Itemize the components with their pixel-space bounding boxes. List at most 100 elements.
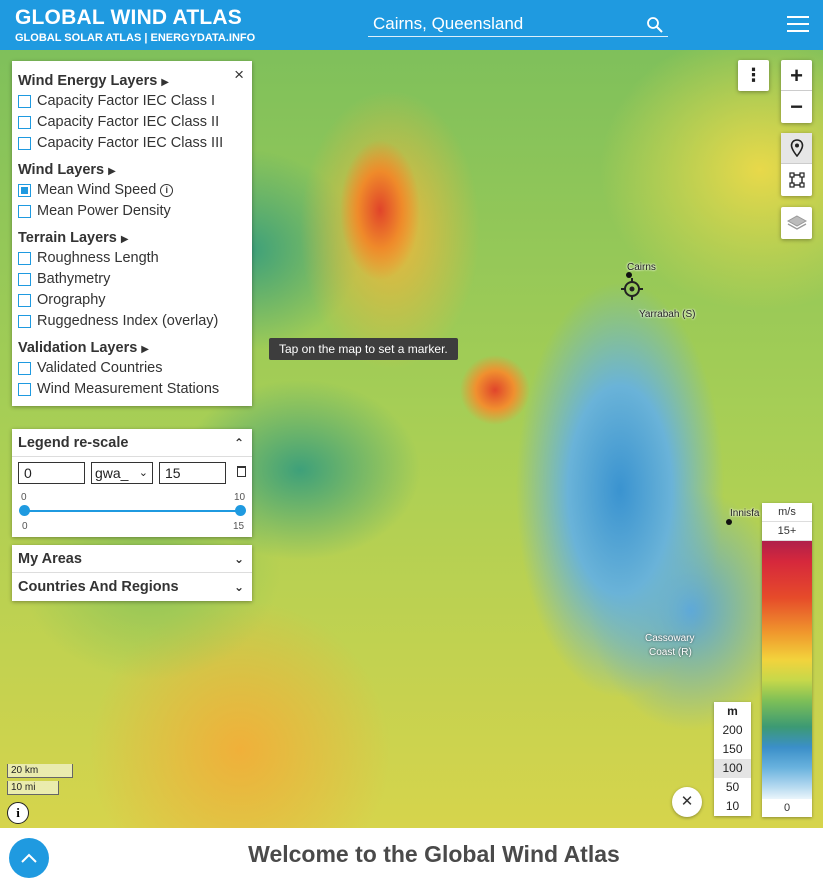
height-unit-label: m [727, 704, 738, 718]
legend-max-value: 15+ [762, 522, 812, 541]
layer-checkbox[interactable] [18, 95, 31, 108]
map-hint-tooltip: Tap on the map to set a marker. [269, 338, 458, 360]
layer-item-label: Mean Wind Speed [37, 182, 157, 198]
scale-bar-km: 20 km [7, 764, 73, 778]
layer-group-header[interactable]: Wind Energy Layers ▶ [12, 69, 252, 91]
info-icon[interactable]: i [160, 184, 174, 197]
place-marker [726, 519, 732, 525]
layer-checkbox[interactable] [18, 273, 31, 286]
legend-rescale-header[interactable]: Legend re-scale ⌃ [12, 429, 252, 457]
scale-bar-mi: 10 mi [7, 781, 59, 795]
place-label-yarrabah: Yarrabah (S) [639, 309, 696, 320]
layer-item[interactable]: Wind Measurement Stations [12, 379, 252, 400]
layer-item[interactable]: Validated Countries [12, 358, 252, 379]
layer-checkbox[interactable] [18, 315, 31, 328]
close-icon[interactable]: × [234, 65, 244, 85]
layer-item[interactable]: Ruggedness Index (overlay) [12, 311, 252, 332]
layer-item[interactable]: Capacity Factor IEC Class III [12, 133, 252, 154]
layer-checkbox[interactable] [18, 116, 31, 129]
height-option[interactable]: 10 [714, 797, 751, 816]
search-icon[interactable] [646, 16, 664, 34]
more-options-button[interactable]: ⋮ [738, 60, 769, 91]
place-label-coast: Coast (R) [649, 647, 692, 658]
close-icon[interactable]: ✕ [672, 787, 702, 817]
trash-icon[interactable] [237, 466, 246, 477]
layer-item-label: Wind Measurement Stations [37, 381, 220, 397]
palette-select[interactable]: gwa_ ⌄ [91, 462, 153, 484]
legend-rescale-body: 0 gwa_ ⌄ 15 0 10 0 15 [12, 457, 252, 537]
layers-icon [786, 215, 807, 230]
marker-tool-button[interactable] [781, 133, 812, 164]
layer-checkbox[interactable] [18, 383, 31, 396]
layer-checkbox[interactable] [18, 362, 31, 375]
hamburger-menu-icon[interactable] [787, 16, 809, 34]
rescale-min-input[interactable]: 0 [18, 462, 85, 484]
layer-checkbox[interactable] [18, 137, 31, 150]
zoom-control: + − [781, 60, 812, 123]
layer-item[interactable]: Mean Wind Speed i [12, 180, 252, 201]
layer-item-label: Capacity Factor IEC Class II [37, 114, 220, 130]
chevron-down-icon[interactable]: ⌄ [234, 573, 244, 601]
chevron-down-icon[interactable]: ⌄ [234, 545, 244, 573]
caret-right-icon: ▶ [120, 234, 129, 245]
chevron-up-icon[interactable]: ⌃ [234, 429, 244, 457]
layer-checkbox[interactable] [18, 205, 31, 218]
place-label-cairns: Cairns [627, 262, 656, 273]
slider-top-max-label: 10 [234, 492, 246, 503]
layer-checkbox[interactable] [18, 184, 31, 197]
layer-group-label: Terrain Layers [18, 230, 117, 246]
app-title[interactable]: GLOBAL WIND ATLAS [15, 6, 242, 30]
slider-bottom-min-label: 0 [22, 521, 28, 532]
chevron-down-icon: ⌄ [138, 467, 148, 479]
info-icon[interactable]: i [7, 802, 29, 824]
layer-item-label: Orography [37, 292, 106, 308]
layer-group-label: Wind Energy Layers [18, 73, 158, 89]
layer-group-label: Wind Layers [18, 162, 105, 178]
map-pin-icon [790, 139, 803, 157]
layer-item-label: Validated Countries [37, 360, 163, 376]
zoom-out-button[interactable]: − [781, 91, 812, 122]
layer-item-label: Roughness Length [37, 250, 159, 266]
area-select-tool-button[interactable] [781, 164, 812, 195]
layer-item-label: Mean Power Density [37, 203, 171, 219]
layer-group-header[interactable]: Terrain Layers ▶ [12, 226, 252, 248]
collapsible-sections: My Areas ⌄ Countries And Regions ⌄ [12, 545, 252, 601]
map-tools [781, 133, 812, 196]
height-option[interactable]: 100 [714, 759, 751, 778]
my-areas-header[interactable]: My Areas ⌄ [12, 545, 252, 573]
crosshair-target-icon [621, 278, 643, 300]
layer-item-label: Ruggedness Index (overlay) [37, 313, 219, 329]
layer-checkbox[interactable] [18, 252, 31, 265]
layer-item[interactable]: Capacity Factor IEC Class I [12, 91, 252, 112]
search-input[interactable] [368, 12, 638, 36]
welcome-heading: Welcome to the Global Wind Atlas [248, 841, 620, 867]
slider-bottom-max-label: 15 [233, 521, 245, 532]
height-option[interactable]: 200 [714, 721, 751, 740]
layer-item-label: Capacity Factor IEC Class I [37, 93, 216, 109]
countries-regions-header[interactable]: Countries And Regions ⌄ [12, 573, 252, 601]
rescale-slider-track[interactable] [24, 510, 240, 512]
slider-max-handle[interactable] [235, 505, 246, 516]
rescale-max-input[interactable]: 15 [159, 462, 226, 484]
layer-item[interactable]: Mean Power Density [12, 201, 252, 222]
layer-item[interactable]: Capacity Factor IEC Class II [12, 112, 252, 133]
legend-color-ramp [762, 541, 812, 799]
layer-group-header[interactable]: Wind Layers ▶ [12, 158, 252, 180]
layer-checkbox[interactable] [18, 294, 31, 307]
height-selector: m 200 150 100 50 10 [714, 702, 751, 816]
layer-group-header[interactable]: Validation Layers ▶ [12, 336, 252, 358]
bottom-bar: Welcome to the Global Wind Atlas [0, 828, 823, 884]
app-subtitle-links[interactable]: GLOBAL SOLAR ATLAS | ENERGYDATA.INFO [15, 32, 255, 44]
legend-rescale-panel: Legend re-scale ⌃ 0 gwa_ ⌄ 15 0 10 0 15 [12, 429, 252, 537]
slider-min-handle[interactable] [19, 505, 30, 516]
slider-top-min-label: 0 [21, 492, 27, 503]
zoom-in-button[interactable]: + [781, 60, 812, 91]
layer-group-label: Validation Layers [18, 340, 138, 356]
layer-item[interactable]: Orography [12, 290, 252, 311]
layer-item[interactable]: Bathymetry [12, 269, 252, 290]
height-option[interactable]: 150 [714, 740, 751, 759]
legend-min-value: 0 [783, 802, 791, 814]
layer-item[interactable]: Roughness Length [12, 248, 252, 269]
basemap-layers-button[interactable] [781, 207, 812, 239]
height-option[interactable]: 50 [714, 778, 751, 797]
